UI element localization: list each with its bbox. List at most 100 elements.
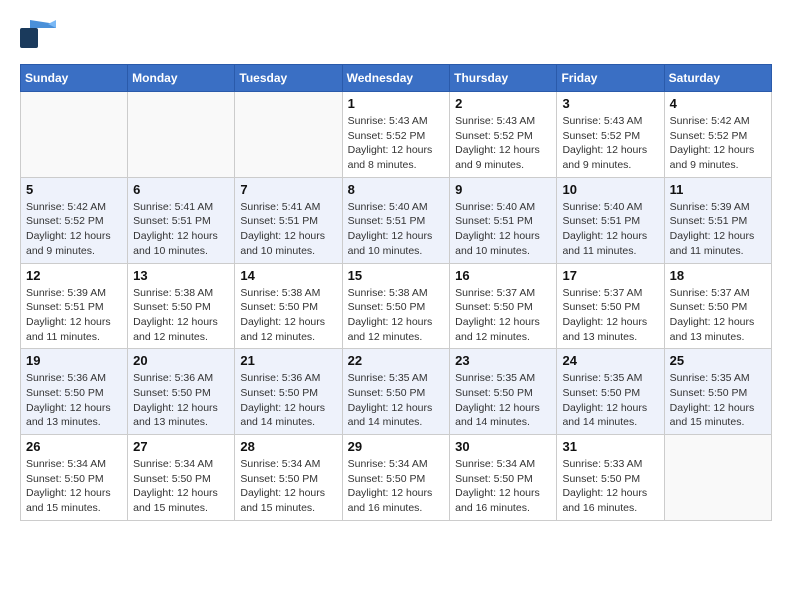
calendar-cell: 22 Sunrise: 5:35 AM Sunset: 5:50 PM Dayli…	[342, 349, 450, 435]
day-info: Sunrise: 5:35 AM Sunset: 5:50 PM Dayligh…	[455, 371, 551, 430]
day-info: Sunrise: 5:38 AM Sunset: 5:50 PM Dayligh…	[240, 286, 336, 345]
day-info: Sunrise: 5:41 AM Sunset: 5:51 PM Dayligh…	[240, 200, 336, 259]
calendar-cell	[21, 92, 128, 178]
day-number: 30	[455, 439, 551, 454]
day-number: 6	[133, 182, 229, 197]
calendar-cell: 21 Sunrise: 5:36 AM Sunset: 5:50 PM Dayli…	[235, 349, 342, 435]
day-info: Sunrise: 5:42 AM Sunset: 5:52 PM Dayligh…	[26, 200, 122, 259]
day-number: 31	[562, 439, 658, 454]
calendar-cell: 9Sunrise: 5:40 AM Sunset: 5:51 PM Daylig…	[450, 177, 557, 263]
calendar-cell: 28 Sunrise: 5:34 AM Sunset: 5:50 PM Dayli…	[235, 435, 342, 521]
day-info: Sunrise: 5:36 AM Sunset: 5:50 PM Dayligh…	[26, 371, 122, 430]
day-number: 27	[133, 439, 229, 454]
day-number: 28	[240, 439, 336, 454]
day-number: 24	[562, 353, 658, 368]
day-number: 3	[562, 96, 658, 111]
calendar-body: 1 Sunrise: 5:43 AM Sunset: 5:52 PM Daylig…	[21, 92, 772, 521]
day-info: Sunrise: 5:42 AM Sunset: 5:52 PM Dayligh…	[670, 114, 766, 173]
calendar-cell: 24 Sunrise: 5:35 AM Sunset: 5:50 PM Dayli…	[557, 349, 664, 435]
day-info: Sunrise: 5:36 AM Sunset: 5:50 PM Dayligh…	[240, 371, 336, 430]
calendar-cell: 25 Sunrise: 5:35 AM Sunset: 5:50 PM Dayli…	[664, 349, 771, 435]
day-number: 16	[455, 268, 551, 283]
calendar-cell: 7Sunrise: 5:41 AM Sunset: 5:51 PM Daylig…	[235, 177, 342, 263]
day-number: 25	[670, 353, 766, 368]
week-row-2: 12Sunrise: 5:39 AM Sunset: 5:51 PM Dayli…	[21, 263, 772, 349]
calendar-cell: 4 Sunrise: 5:42 AM Sunset: 5:52 PM Daylig…	[664, 92, 771, 178]
day-info: Sunrise: 5:35 AM Sunset: 5:50 PM Dayligh…	[670, 371, 766, 430]
week-row-4: 26 Sunrise: 5:34 AM Sunset: 5:50 PM Dayli…	[21, 435, 772, 521]
calendar-cell: 19 Sunrise: 5:36 AM Sunset: 5:50 PM Dayli…	[21, 349, 128, 435]
calendar-header: SundayMondayTuesdayWednesdayThursdayFrid…	[21, 65, 772, 92]
day-number: 21	[240, 353, 336, 368]
weekday-tuesday: Tuesday	[235, 65, 342, 92]
day-info: Sunrise: 5:33 AM Sunset: 5:50 PM Dayligh…	[562, 457, 658, 516]
calendar-cell: 10 Sunrise: 5:40 AM Sunset: 5:51 PM Dayli…	[557, 177, 664, 263]
calendar-cell: 15 Sunrise: 5:38 AM Sunset: 5:50 PM Dayli…	[342, 263, 450, 349]
day-number: 12	[26, 268, 122, 283]
day-info: Sunrise: 5:34 AM Sunset: 5:50 PM Dayligh…	[348, 457, 445, 516]
calendar-cell: 16 Sunrise: 5:37 AM Sunset: 5:50 PM Dayli…	[450, 263, 557, 349]
day-number: 8	[348, 182, 445, 197]
calendar-cell: 23Sunrise: 5:35 AM Sunset: 5:50 PM Dayli…	[450, 349, 557, 435]
week-row-1: 5 Sunrise: 5:42 AM Sunset: 5:52 PM Daylig…	[21, 177, 772, 263]
day-info: Sunrise: 5:37 AM Sunset: 5:50 PM Dayligh…	[455, 286, 551, 345]
week-row-3: 19 Sunrise: 5:36 AM Sunset: 5:50 PM Dayli…	[21, 349, 772, 435]
calendar-cell: 1Sunrise: 5:43 AM Sunset: 5:52 PM Daylig…	[342, 92, 450, 178]
calendar-cell: 13 Sunrise: 5:38 AM Sunset: 5:50 PM Dayli…	[128, 263, 235, 349]
day-info: Sunrise: 5:43 AM Sunset: 5:52 PM Dayligh…	[455, 114, 551, 173]
calendar-cell: 17 Sunrise: 5:37 AM Sunset: 5:50 PM Dayli…	[557, 263, 664, 349]
calendar-cell	[664, 435, 771, 521]
day-info: Sunrise: 5:34 AM Sunset: 5:50 PM Dayligh…	[26, 457, 122, 516]
day-info: Sunrise: 5:35 AM Sunset: 5:50 PM Dayligh…	[562, 371, 658, 430]
day-number: 1	[348, 96, 445, 111]
calendar-cell: 6 Sunrise: 5:41 AM Sunset: 5:51 PM Daylig…	[128, 177, 235, 263]
day-number: 4	[670, 96, 766, 111]
calendar-cell: 8 Sunrise: 5:40 AM Sunset: 5:51 PM Daylig…	[342, 177, 450, 263]
day-info: Sunrise: 5:41 AM Sunset: 5:51 PM Dayligh…	[133, 200, 229, 259]
calendar-cell: 2 Sunrise: 5:43 AM Sunset: 5:52 PM Daylig…	[450, 92, 557, 178]
week-row-0: 1 Sunrise: 5:43 AM Sunset: 5:52 PM Daylig…	[21, 92, 772, 178]
day-info: Sunrise: 5:37 AM Sunset: 5:50 PM Dayligh…	[562, 286, 658, 345]
day-number: 14	[240, 268, 336, 283]
day-info: Sunrise: 5:37 AM Sunset: 5:50 PM Dayligh…	[670, 286, 766, 345]
day-number: 22	[348, 353, 445, 368]
logo-icon	[20, 20, 56, 48]
calendar-cell	[235, 92, 342, 178]
day-info: Sunrise: 5:38 AM Sunset: 5:50 PM Dayligh…	[348, 286, 445, 345]
day-number: 20	[133, 353, 229, 368]
day-number: 13	[133, 268, 229, 283]
day-info: Sunrise: 5:35 AM Sunset: 5:50 PM Dayligh…	[348, 371, 445, 430]
day-number: 5	[26, 182, 122, 197]
day-number: 10	[562, 182, 658, 197]
day-number: 17	[562, 268, 658, 283]
calendar-cell: 5 Sunrise: 5:42 AM Sunset: 5:52 PM Daylig…	[21, 177, 128, 263]
day-number: 2	[455, 96, 551, 111]
calendar-cell	[128, 92, 235, 178]
page-header	[20, 20, 772, 48]
day-info: Sunrise: 5:40 AM Sunset: 5:51 PM Dayligh…	[562, 200, 658, 259]
calendar-cell: 27Sunrise: 5:34 AM Sunset: 5:50 PM Dayli…	[128, 435, 235, 521]
calendar-cell: 30 Sunrise: 5:34 AM Sunset: 5:50 PM Dayli…	[450, 435, 557, 521]
calendar-cell: 3Sunrise: 5:43 AM Sunset: 5:52 PM Daylig…	[557, 92, 664, 178]
day-info: Sunrise: 5:34 AM Sunset: 5:50 PM Dayligh…	[455, 457, 551, 516]
day-info: Sunrise: 5:39 AM Sunset: 5:51 PM Dayligh…	[670, 200, 766, 259]
calendar-table: SundayMondayTuesdayWednesdayThursdayFrid…	[20, 64, 772, 521]
weekday-monday: Monday	[128, 65, 235, 92]
weekday-wednesday: Wednesday	[342, 65, 450, 92]
calendar-cell: 31 Sunrise: 5:33 AM Sunset: 5:50 PM Dayli…	[557, 435, 664, 521]
weekday-friday: Friday	[557, 65, 664, 92]
weekday-header-row: SundayMondayTuesdayWednesdayThursdayFrid…	[21, 65, 772, 92]
day-number: 29	[348, 439, 445, 454]
day-number: 26	[26, 439, 122, 454]
day-info: Sunrise: 5:38 AM Sunset: 5:50 PM Dayligh…	[133, 286, 229, 345]
day-number: 19	[26, 353, 122, 368]
day-info: Sunrise: 5:34 AM Sunset: 5:50 PM Dayligh…	[240, 457, 336, 516]
day-info: Sunrise: 5:36 AM Sunset: 5:50 PM Dayligh…	[133, 371, 229, 430]
weekday-saturday: Saturday	[664, 65, 771, 92]
logo	[20, 20, 60, 48]
day-info: Sunrise: 5:40 AM Sunset: 5:51 PM Dayligh…	[348, 200, 445, 259]
weekday-thursday: Thursday	[450, 65, 557, 92]
calendar-cell: 29 Sunrise: 5:34 AM Sunset: 5:50 PM Dayli…	[342, 435, 450, 521]
calendar-cell: 14 Sunrise: 5:38 AM Sunset: 5:50 PM Dayli…	[235, 263, 342, 349]
day-number: 15	[348, 268, 445, 283]
